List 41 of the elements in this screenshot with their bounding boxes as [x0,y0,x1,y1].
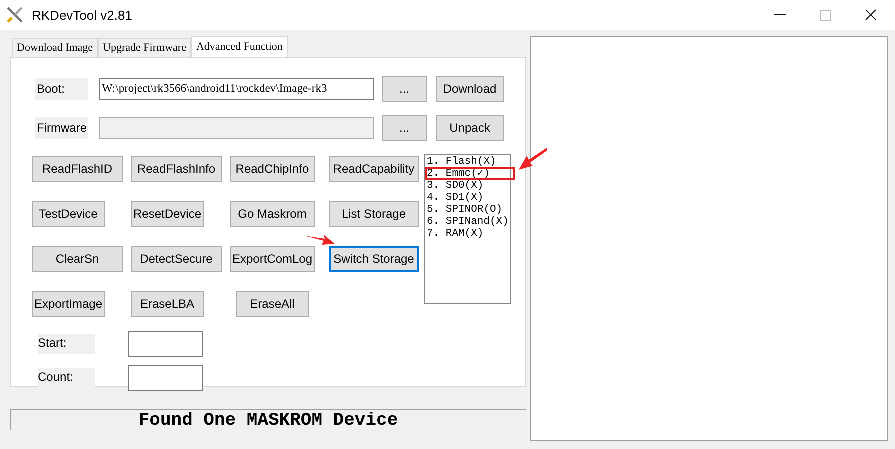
storage-item[interactable]: 4. SD1(X) [425,192,510,204]
storage-item[interactable]: 1. Flash(X) [425,156,510,168]
function-button[interactable]: DetectSecure [131,246,222,272]
field-label: Start: [38,334,95,354]
function-button[interactable]: Go Maskrom [230,201,315,227]
storage-item[interactable]: 3. SD0(X) [425,180,510,192]
storage-item[interactable]: 7. RAM(X) [425,228,510,240]
storage-item[interactable]: 5. SPINOR(O) [425,204,510,216]
function-button[interactable]: ExportComLog [230,246,315,272]
window-title: RKDevTool v2.81 [32,8,132,22]
browse-button[interactable]: ... [382,115,427,141]
tab[interactable]: Upgrade Firmware [98,38,192,57]
function-button[interactable]: EraseLBA [131,291,204,317]
function-button[interactable]: ReadCapability [329,156,419,182]
tools-icon [6,6,24,24]
function-button[interactable]: ReadChipInfo [230,156,315,182]
input-field[interactable] [128,331,203,357]
function-button[interactable]: ReadFlashID [32,156,123,182]
function-button[interactable]: ResetDevice [131,201,204,227]
close-icon[interactable] [865,9,877,21]
function-button[interactable]: ExportImage [32,291,105,317]
tab[interactable]: Advanced Function [191,36,288,57]
storage-item[interactable]: 2. Emmc(✓) [425,168,510,180]
function-button[interactable]: Switch Storage [329,246,419,272]
download-button[interactable]: Download [436,76,504,102]
input-field[interactable]: W:\project\rk3566\android11\rockdev\Image-rk3 [99,78,374,100]
input-field[interactable] [99,117,374,139]
field-label: Boot: [35,78,88,100]
browse-button[interactable]: ... [382,76,427,102]
function-button[interactable]: TestDevice [32,201,105,227]
input-field[interactable] [128,365,203,391]
field-label: Count: [38,368,95,388]
field-label: Firmware [35,117,88,139]
unpack-button[interactable]: Unpack [436,115,504,141]
tab[interactable]: Download Image [12,38,98,57]
status-bar: Found One MASKROM Device [10,409,526,430]
function-button[interactable]: List Storage [329,201,419,227]
function-button[interactable]: EraseAll [236,291,309,317]
function-button[interactable]: ReadFlashInfo [131,156,222,182]
function-button[interactable]: ClearSn [32,246,123,272]
storage-item[interactable]: 6. SPINand(X) [425,216,510,228]
